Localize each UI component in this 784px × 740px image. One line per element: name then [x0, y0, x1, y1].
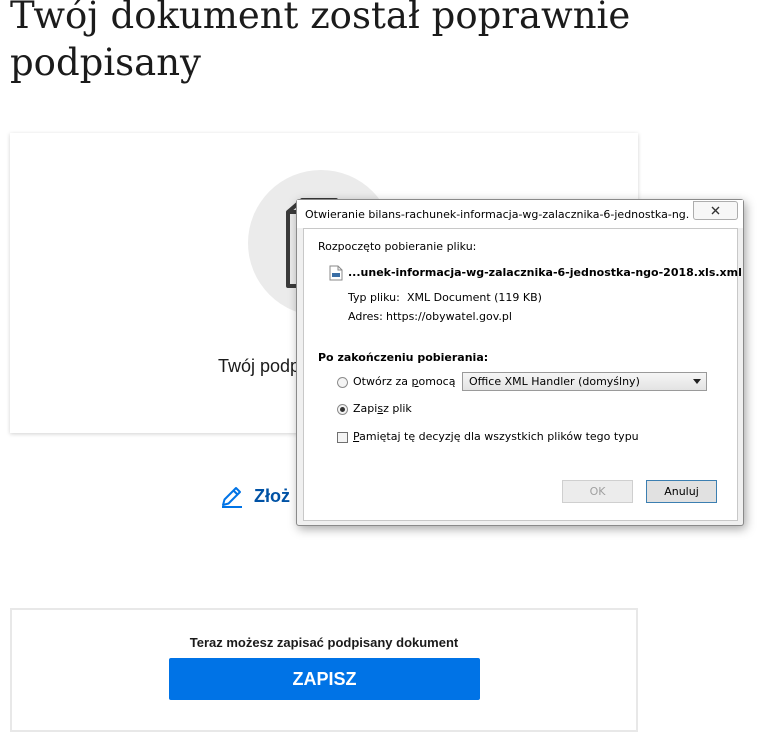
- address-value: https://obywatel.gov.pl: [386, 310, 512, 323]
- handler-select-value: Office XML Handler (domyślny): [469, 375, 640, 388]
- signed-status-text: Twój podp: [218, 356, 301, 376]
- page-title: Twój dokument został poprawnie podpisany: [10, 0, 631, 84]
- sign-link-label: Złoż: [254, 485, 290, 506]
- open-with-label[interactable]: Otwórz za pomocą: [353, 375, 455, 388]
- remember-checkbox[interactable]: [337, 432, 348, 443]
- save-file-label[interactable]: Zapisz plik: [353, 402, 412, 415]
- file-name: ...unek-informacja-wg-zalacznika-6-jedno…: [348, 266, 742, 279]
- dialog-body: Rozpoczęto pobieranie pliku: ...unek-inf…: [303, 228, 742, 521]
- xml-file-icon: [329, 265, 343, 281]
- save-prompt: Teraz możesz zapisać podpisany dokument: [189, 635, 459, 650]
- pencil-icon: [222, 487, 242, 508]
- file-type-label: Typ pliku:: [348, 291, 400, 304]
- ok-button[interactable]: OK: [562, 480, 633, 503]
- dialog-title: Otwieranie bilans-rachunek-informacja-wg…: [305, 208, 689, 221]
- dialog-close-button[interactable]: [693, 201, 738, 220]
- download-dialog: Otwieranie bilans-rachunek-informacja-wg…: [296, 199, 744, 526]
- save-file-radio[interactable]: [337, 404, 348, 415]
- cancel-button[interactable]: Anuluj: [646, 480, 717, 503]
- chevron-down-icon: [693, 379, 701, 384]
- close-icon: [711, 206, 720, 215]
- after-download-label: Po zakończeniu pobierania:: [318, 351, 489, 364]
- handler-select[interactable]: Office XML Handler (domyślny): [462, 372, 707, 391]
- file-type-value: XML Document (119 KB): [407, 291, 542, 304]
- save-card: Teraz możesz zapisać podpisany dokument …: [10, 608, 638, 732]
- open-with-radio[interactable]: [337, 377, 348, 388]
- save-button[interactable]: ZAPISZ: [169, 658, 480, 700]
- download-started-label: Rozpoczęto pobieranie pliku:: [318, 240, 477, 253]
- dialog-titlebar[interactable]: Otwieranie bilans-rachunek-informacja-wg…: [297, 200, 743, 228]
- address-label: Adres:: [348, 310, 383, 323]
- sign-another-link[interactable]: Złoż: [220, 484, 290, 508]
- remember-label[interactable]: Pamiętaj tę decyzję dla wszystkich plikó…: [353, 430, 639, 443]
